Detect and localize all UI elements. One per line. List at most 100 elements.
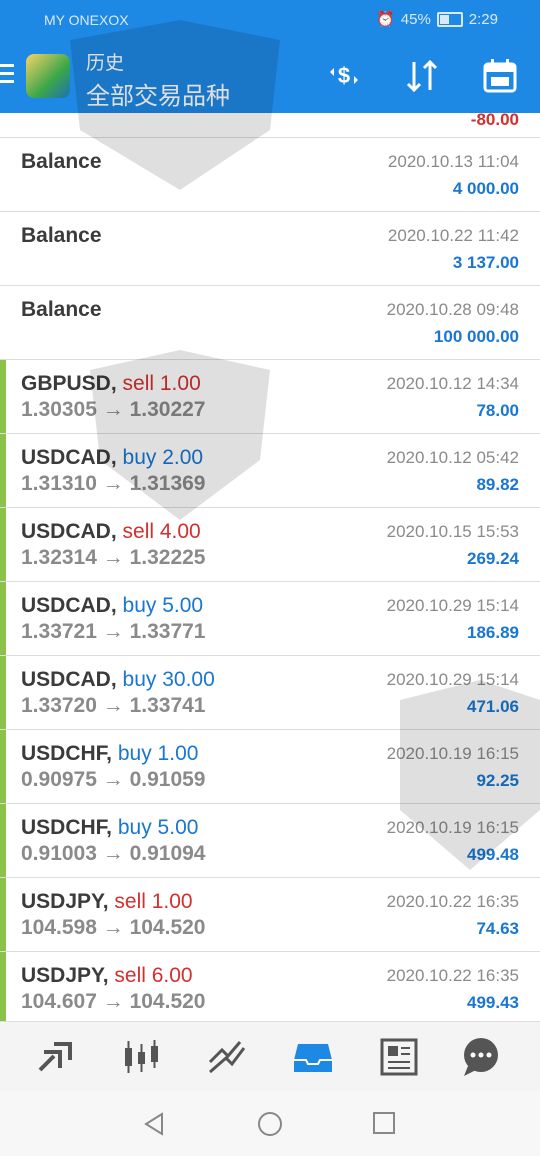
news-icon[interactable] — [378, 1036, 420, 1078]
bottom-navigation — [0, 1021, 540, 1092]
profit: 471.06 — [467, 697, 519, 716]
trade-row[interactable]: USDJPY, sell 6.00 104.607 → 104.520 2020… — [0, 952, 540, 1021]
app-logo — [26, 54, 70, 98]
symbol: USDJPY, — [21, 964, 109, 987]
profit: 74.63 — [476, 919, 519, 938]
profit: 499.48 — [467, 845, 519, 864]
amount: 4 000.00 — [452, 179, 519, 198]
balance-label: Balance — [21, 298, 102, 321]
symbol: USDJPY, — [21, 890, 109, 913]
trade-title: GBPUSD, sell 1.00 — [21, 372, 201, 396]
back-icon[interactable] — [142, 1111, 166, 1137]
balance-row[interactable]: Balance 2020.10.13 11:04 4 000.00 — [0, 138, 540, 212]
trade-row[interactable]: USDCAD, buy 30.00 1.33720 → 1.33741 2020… — [0, 656, 540, 730]
profit: 78.00 — [476, 401, 519, 420]
datetime: 2020.10.15 15:53 — [386, 522, 519, 541]
calendar-icon[interactable] — [480, 56, 520, 96]
trade-row[interactable]: USDJPY, sell 1.00 104.598 → 104.520 2020… — [0, 878, 540, 952]
datetime: 2020.10.12 05:42 — [386, 448, 519, 467]
app-bar: 历史 全部交易品种 $ — [0, 40, 540, 113]
trade-title: USDCAD, buy 30.00 — [21, 668, 215, 692]
profit: 186.89 — [467, 623, 519, 642]
balance-label: Balance — [21, 150, 102, 173]
trade-row[interactable]: GBPUSD, sell 1.00 1.30305 → 1.30227 2020… — [0, 360, 540, 434]
menu-icon[interactable] — [0, 64, 14, 88]
trade-title: USDJPY, sell 1.00 — [21, 890, 193, 914]
symbol-filter[interactable]: 全部交易品种 — [86, 76, 230, 111]
trade-side: buy 30.00 — [122, 668, 215, 691]
dollar-exchange-icon[interactable]: $ — [324, 56, 364, 96]
clock: 2:29 — [468, 10, 498, 28]
trade-side: sell 4.00 — [122, 520, 201, 543]
datetime: 2020.10.29 15:14 — [386, 596, 519, 615]
trade-prices: 104.598 → 104.520 — [21, 916, 206, 939]
balance-row[interactable]: Balance 2020.10.22 11:42 3 137.00 — [0, 212, 540, 286]
page-title: 历史 — [86, 53, 125, 74]
profit: 89.82 — [476, 475, 519, 494]
battery-icon — [436, 11, 463, 27]
status-bar: MY ONEXOX ⏰ 45% 2:29 — [0, 0, 540, 40]
trade-side: buy 2.00 — [122, 446, 204, 469]
recents-icon[interactable] — [372, 1111, 396, 1135]
list-item[interactable]: -80.00 — [0, 113, 540, 138]
trade-prices: 104.607 → 104.520 — [21, 990, 206, 1013]
system-navigation — [0, 1091, 540, 1156]
trade-side: buy 5.00 — [122, 594, 204, 617]
history-list[interactable]: -80.00 Balance 2020.10.13 11:04 4 000.00… — [0, 113, 540, 1021]
symbol: USDCAD, — [21, 668, 117, 691]
trade-title: USDCAD, buy 5.00 — [21, 594, 203, 618]
trade-row[interactable]: USDCAD, buy 5.00 1.33721 → 1.33771 2020.… — [0, 582, 540, 656]
trade-side: buy 5.00 — [117, 816, 199, 839]
home-icon[interactable] — [257, 1111, 283, 1137]
trade-title: USDCHF, buy 5.00 — [21, 816, 198, 840]
profit: 269.24 — [467, 549, 519, 568]
datetime: 2020.10.19 16:15 — [386, 744, 519, 763]
datetime: 2020.10.22 16:35 — [386, 966, 519, 985]
symbol: USDCAD, — [21, 520, 117, 543]
balance-row[interactable]: Balance 2020.10.28 09:48 100 000.00 — [0, 286, 540, 360]
symbol: USDCHF, — [21, 816, 113, 839]
battery-percent: 45% — [400, 10, 431, 28]
amount: -80.00 — [470, 113, 519, 129]
amount: 100 000.00 — [433, 327, 519, 346]
trade-icon[interactable] — [206, 1036, 248, 1078]
trade-title: USDCHF, buy 1.00 — [21, 742, 198, 766]
trade-side: sell 6.00 — [114, 964, 193, 987]
trade-row[interactable]: USDCAD, sell 4.00 1.32314 → 1.32225 2020… — [0, 508, 540, 582]
trade-row[interactable]: USDCAD, buy 2.00 1.31310 → 1.31369 2020.… — [0, 434, 540, 508]
trade-row[interactable]: USDCHF, buy 1.00 0.90975 → 0.91059 2020.… — [0, 730, 540, 804]
trade-prices: 1.33720 → 1.33741 — [21, 694, 206, 717]
amount: 3 137.00 — [452, 253, 519, 272]
datetime: 2020.10.29 15:14 — [386, 670, 519, 689]
symbol: GBPUSD, — [21, 372, 117, 395]
trade-side: buy 1.00 — [117, 742, 199, 765]
profit: 92.25 — [476, 771, 519, 790]
symbol: USDCAD, — [21, 594, 117, 617]
datetime: 2020.10.19 16:15 — [386, 818, 519, 837]
trade-side: sell 1.00 — [122, 372, 201, 395]
quotes-icon[interactable] — [34, 1036, 76, 1078]
datetime: 2020.10.12 14:34 — [386, 374, 519, 393]
symbol: USDCHF, — [21, 742, 113, 765]
trade-row[interactable]: USDCHF, buy 5.00 0.91003 → 0.91094 2020.… — [0, 804, 540, 878]
svg-text:$: $ — [338, 63, 350, 88]
trade-title: USDCAD, buy 2.00 — [21, 446, 203, 470]
trade-side: sell 1.00 — [114, 890, 193, 913]
sort-icon[interactable] — [402, 56, 442, 96]
trade-prices: 1.33721 → 1.33771 — [21, 620, 206, 643]
trade-title: USDCAD, sell 4.00 — [21, 520, 201, 544]
carrier-label: MY ONEXOX — [44, 12, 129, 28]
trade-title: USDJPY, sell 6.00 — [21, 964, 193, 988]
chart-icon[interactable] — [120, 1036, 162, 1078]
datetime: 2020.10.28 09:48 — [386, 300, 519, 319]
symbol: USDCAD, — [21, 446, 117, 469]
trade-prices: 0.91003 → 0.91094 — [21, 842, 206, 865]
trade-prices: 1.32314 → 1.32225 — [21, 546, 206, 569]
trade-prices: 0.90975 → 0.91059 — [21, 768, 206, 791]
history-icon[interactable] — [292, 1036, 334, 1078]
chat-icon[interactable] — [460, 1036, 502, 1078]
trade-prices: 1.31310 → 1.31369 — [21, 472, 206, 495]
balance-label: Balance — [21, 224, 102, 247]
datetime: 2020.10.13 11:04 — [387, 152, 519, 171]
profit: 499.43 — [467, 993, 519, 1012]
